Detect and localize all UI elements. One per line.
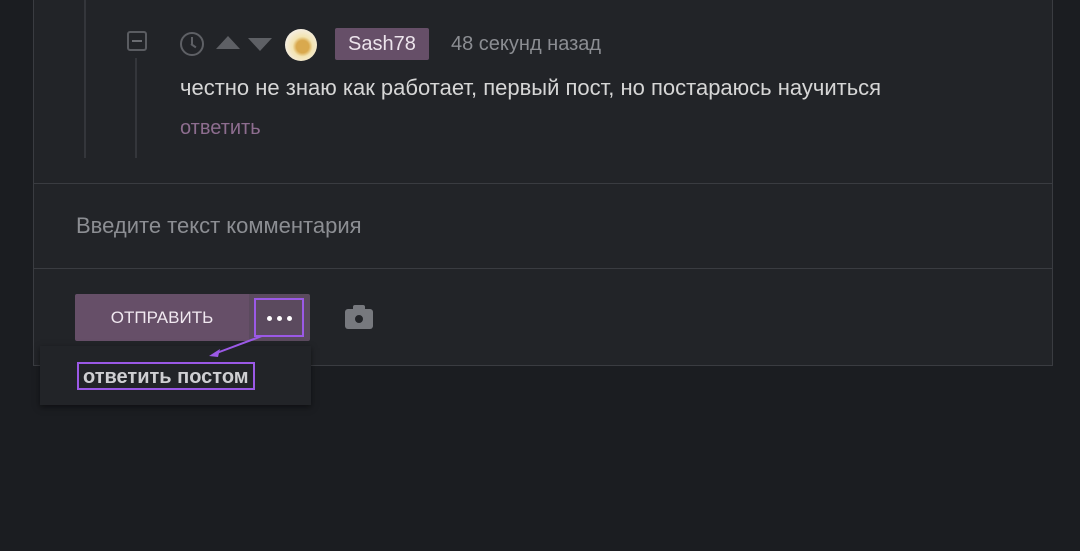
upvote-icon[interactable] [216, 36, 240, 49]
avatar[interactable] [285, 29, 317, 61]
more-dots-icon [267, 316, 272, 321]
reply-link[interactable]: ответить [180, 117, 261, 140]
send-button[interactable]: ОТПРАВИТЬ [75, 294, 249, 341]
more-dots-icon [287, 316, 292, 321]
comment-text: честно не знаю как работает, первый пост… [180, 75, 882, 100]
clock-icon [180, 32, 204, 56]
divider-bottom [33, 268, 1053, 269]
thread-line-outer [84, 0, 86, 158]
thread-line-inner [135, 58, 137, 158]
comment-author[interactable]: Sash78 [335, 28, 429, 60]
comment-input[interactable] [34, 184, 1052, 268]
reply-with-post-item[interactable]: ответить постом [77, 362, 255, 390]
more-dots-icon [277, 316, 282, 321]
camera-icon[interactable] [345, 305, 373, 329]
comment-timestamp: 48 секунд назад [451, 33, 602, 55]
downvote-icon[interactable] [248, 38, 272, 51]
collapse-thread-icon[interactable] [127, 31, 147, 51]
